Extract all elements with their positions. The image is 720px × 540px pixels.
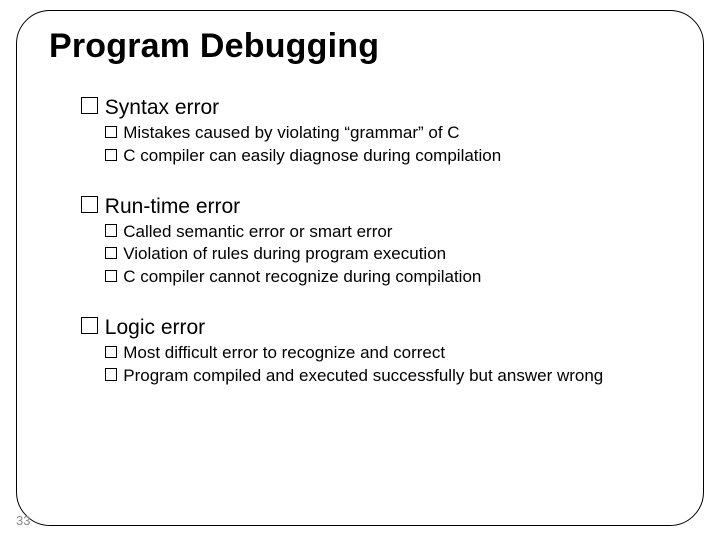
bullet-item: Called semantic error or smart error [105,221,675,243]
bullet-item: Most difficult error to recognize and co… [105,342,675,364]
checkbox-icon [81,97,98,114]
page-number: 33 [16,513,30,528]
bullet-item: C compiler can easily diagnose during co… [105,145,675,167]
section-heading: Logic error [81,316,675,340]
checkbox-icon [105,270,117,282]
slide-frame: Program Debugging Syntax error Mistakes … [16,10,704,526]
checkbox-icon [105,224,117,236]
checkbox-icon [105,346,117,358]
heading-text: Syntax error [105,96,219,119]
checkbox-icon [81,196,98,213]
item-text: C compiler can easily diagnose during co… [123,146,501,165]
checkbox-icon [81,317,98,334]
checkbox-icon [105,247,117,259]
bullet-item: Mistakes caused by violating “grammar” o… [105,122,675,144]
item-text: Program compiled and executed successful… [123,366,603,385]
bullet-item: Violation of rules during program execut… [105,243,675,265]
slide: Program Debugging Syntax error Mistakes … [0,0,720,540]
bullet-item: Program compiled and executed successful… [105,365,675,387]
bullet-item: C compiler cannot recognize during compi… [105,266,675,288]
item-text: Most difficult error to recognize and co… [123,343,445,362]
item-text: C compiler cannot recognize during compi… [123,267,481,286]
checkbox-icon [105,368,117,380]
item-text: Mistakes caused by violating “grammar” o… [123,123,459,142]
item-text: Called semantic error or smart error [123,222,392,241]
heading-text: Logic error [105,316,205,339]
heading-text: Run-time error [105,195,240,218]
checkbox-icon [105,149,117,161]
section-heading: Run-time error [81,195,675,219]
section-heading: Syntax error [81,96,675,120]
slide-content: Syntax error Mistakes caused by violatin… [81,96,675,386]
slide-title: Program Debugging [49,27,675,66]
checkbox-icon [105,126,117,138]
item-text: Violation of rules during program execut… [123,244,446,263]
